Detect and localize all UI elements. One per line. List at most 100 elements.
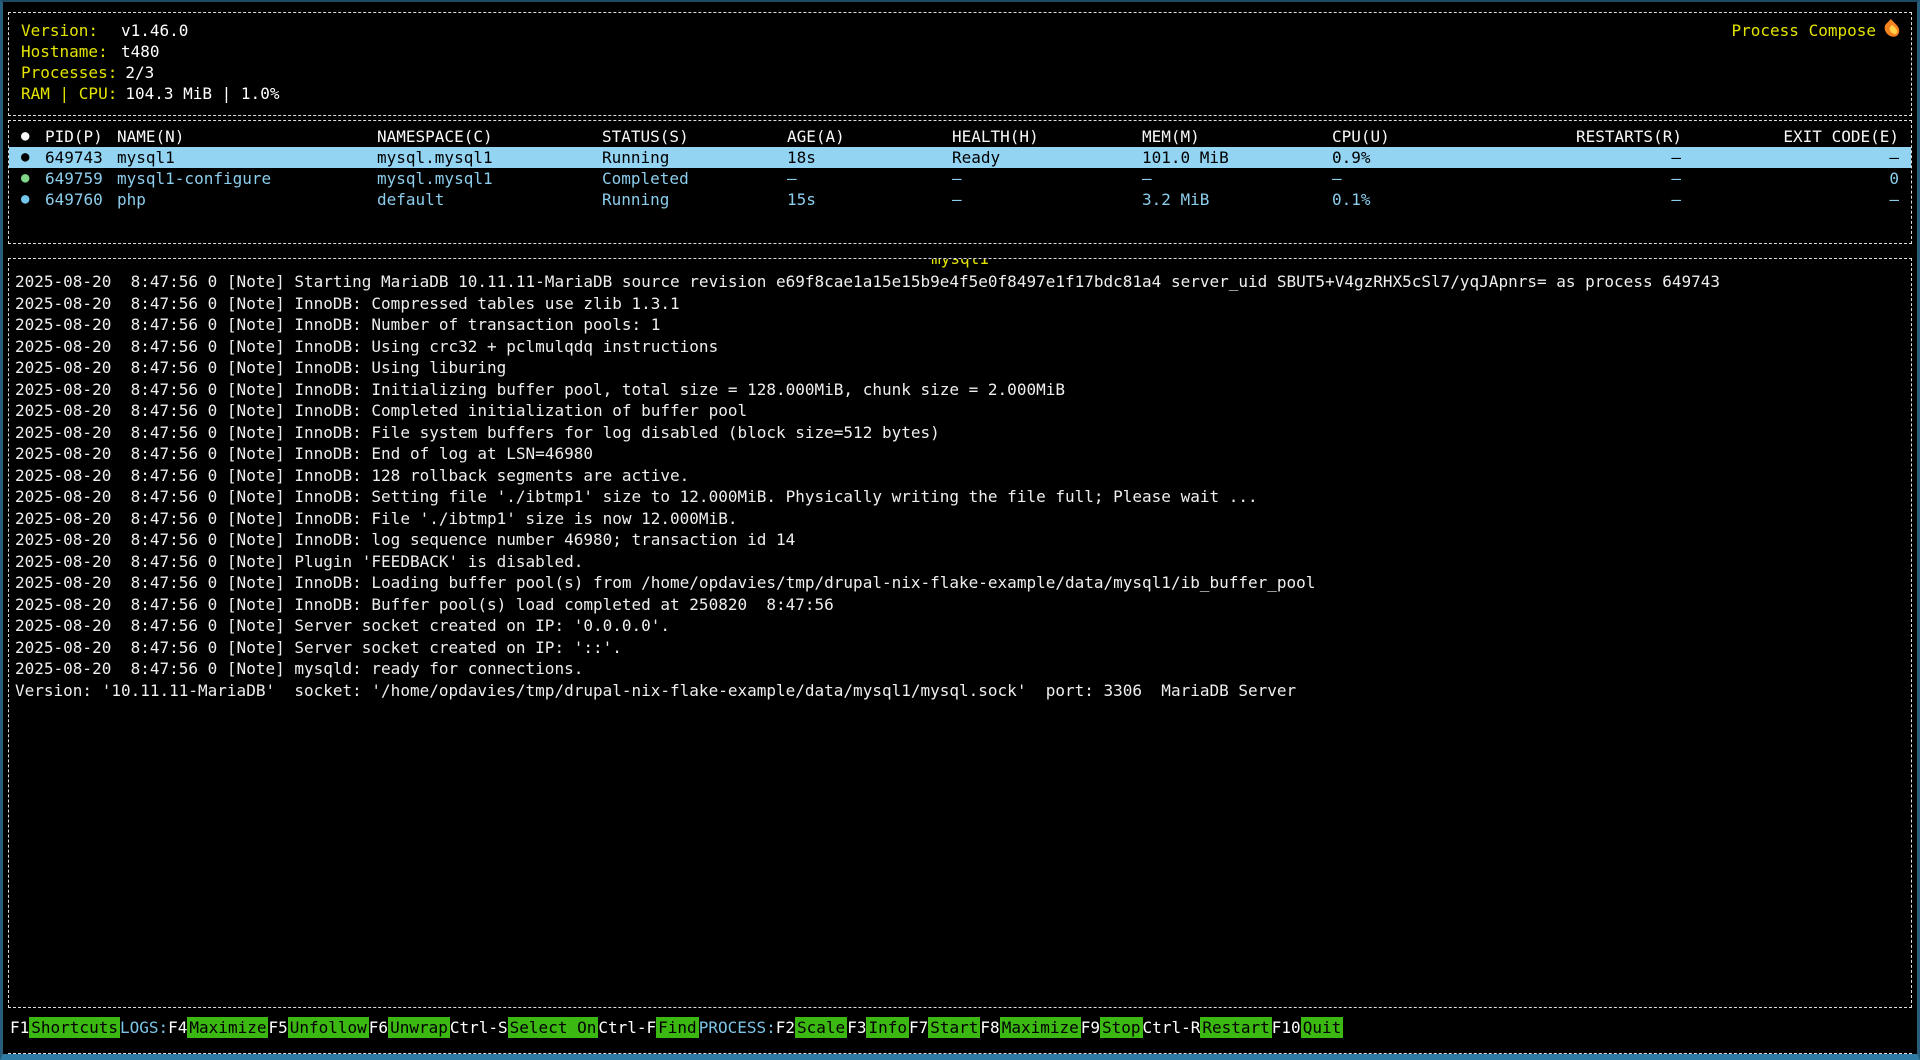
shortcut-key: F2	[776, 1018, 795, 1037]
log-line: 2025-08-20 8:47:56 0 [Note] InnoDB: File…	[15, 508, 1905, 530]
shortcut-key: F3	[847, 1018, 866, 1037]
app-title: Process Compose	[1732, 20, 1898, 41]
shortcut-button[interactable]: Scale	[795, 1017, 847, 1038]
header-field-value: t480	[121, 42, 160, 61]
process-section-label: PROCESS:	[699, 1018, 776, 1037]
column-header[interactable]: HEALTH(H)	[952, 126, 1142, 147]
log-line: 2025-08-20 8:47:56 0 [Note] InnoDB: Comp…	[15, 400, 1905, 422]
column-header[interactable]: PID(P)	[45, 126, 117, 147]
process-compose-window: Version:v1.46.0Hostname: t480Processes: 2/…	[0, 0, 1920, 1060]
log-line: 2025-08-20 8:47:56 0 [Note] InnoDB: Usin…	[15, 336, 1905, 358]
log-line: 2025-08-20 8:47:56 0 [Note] Server socke…	[15, 615, 1905, 637]
cell-age: –	[787, 168, 952, 189]
log-line: 2025-08-20 8:47:56 0 [Note] InnoDB: Load…	[15, 572, 1905, 594]
cell-health: –	[952, 168, 1142, 189]
log-line: 2025-08-20 8:47:56 0 [Note] InnoDB: Numb…	[15, 314, 1905, 336]
shortcut-button[interactable]: Unwrap	[388, 1017, 450, 1038]
column-header[interactable]: NAMESPACE(C)	[377, 126, 602, 147]
log-panel[interactable]: mysql1 2025-08-20 8:47:56 0 [Note] Start…	[8, 258, 1912, 1008]
header-field: Version:v1.46.0	[21, 20, 1899, 41]
fire-icon	[1882, 19, 1903, 40]
header-field: Processes: 2/3	[21, 62, 1899, 83]
log-panel-title: mysql1	[930, 258, 990, 269]
log-line: 2025-08-20 8:47:56 0 [Note] InnoDB: End …	[15, 443, 1905, 465]
header-field: Hostname: t480	[21, 41, 1899, 62]
log-line: 2025-08-20 8:47:56 0 [Note] InnoDB: File…	[15, 422, 1905, 444]
cell-status: Running	[602, 189, 787, 210]
cell-age: 15s	[787, 189, 952, 210]
log-line: 2025-08-20 8:47:56 0 [Note] InnoDB: Usin…	[15, 357, 1905, 379]
status-bullet-icon: ●	[21, 168, 45, 189]
header-field-label: RAM | CPU:	[21, 83, 117, 104]
header-field-value: 104.3 MiB | 1.0%	[125, 84, 279, 103]
process-row[interactable]: ●649759mysql1-configuremysql.mysql1Compl…	[9, 168, 1911, 189]
process-row[interactable]: ●649743mysql1mysql.mysql1Running18sReady…	[9, 147, 1911, 168]
cell-age: 18s	[787, 147, 952, 168]
table-body: ●649743mysql1mysql.mysql1Running18sReady…	[9, 147, 1911, 210]
shortcut-button[interactable]: Stop	[1100, 1017, 1143, 1038]
cell-health: –	[952, 189, 1142, 210]
shortcut-key: F6	[369, 1018, 388, 1037]
column-header[interactable]: MEM(M)	[1142, 126, 1332, 147]
header-field-value: v1.46.0	[121, 21, 188, 40]
cell-restarts: –	[1576, 147, 1681, 168]
header-field-label: Hostname:	[21, 41, 113, 62]
shortcut-button[interactable]: Shortcuts	[29, 1017, 120, 1038]
cell-exit_code: –	[1681, 189, 1899, 210]
app-title-text: Process Compose	[1732, 21, 1877, 40]
shortcut-key: F1	[10, 1018, 29, 1037]
cell-status: Running	[602, 147, 787, 168]
shortcut-button[interactable]: Info	[866, 1017, 909, 1038]
log-line: 2025-08-20 8:47:56 0 [Note] InnoDB: Init…	[15, 379, 1905, 401]
log-line: 2025-08-20 8:47:56 0 [Note] InnoDB: 128 …	[15, 465, 1905, 487]
cell-restarts: –	[1576, 168, 1681, 189]
shortcut-button[interactable]: Quit	[1301, 1017, 1344, 1038]
table-header-row: ●PID(P)NAME(N)NAMESPACE(C)STATUS(S)AGE(A…	[9, 126, 1911, 147]
shortcut-key: F8	[980, 1018, 999, 1037]
header-field: RAM | CPU: 104.3 MiB | 1.0%	[21, 83, 1899, 104]
shortcut-key: F4	[168, 1018, 187, 1037]
shortcut-button[interactable]: Restart	[1200, 1017, 1271, 1038]
shortcut-button[interactable]: Unfollow	[288, 1017, 369, 1038]
shortcut-key: F7	[909, 1018, 928, 1037]
column-header[interactable]: CPU(U)	[1332, 126, 1576, 147]
cell-mem: –	[1142, 168, 1332, 189]
cell-exit_code: 0	[1681, 168, 1899, 189]
shortcut-key: Ctrl-R	[1143, 1018, 1201, 1037]
shortcut-button[interactable]: Select On	[508, 1017, 599, 1038]
cell-cpu: 0.9%	[1332, 147, 1576, 168]
shortcut-key: F10	[1272, 1018, 1301, 1037]
shortcut-button[interactable]: Maximize	[1000, 1017, 1081, 1038]
cell-namespace: mysql.mysql1	[377, 147, 602, 168]
column-header[interactable]: RESTARTS(R)	[1576, 126, 1681, 147]
cell-cpu: –	[1332, 168, 1576, 189]
process-row[interactable]: ●649760phpdefaultRunning15s–3.2 MiB0.1%–…	[9, 189, 1911, 210]
cell-exit_code: –	[1681, 147, 1899, 168]
log-line: 2025-08-20 8:47:56 0 [Note] mysqld: read…	[15, 658, 1905, 680]
cell-mem: 101.0 MiB	[1142, 147, 1332, 168]
header-fields: Version:v1.46.0Hostname: t480Processes: 2/…	[21, 20, 1899, 104]
cell-restarts: –	[1576, 189, 1681, 210]
shortcut-button[interactable]: Start	[928, 1017, 980, 1038]
cell-namespace: default	[377, 189, 602, 210]
log-line: 2025-08-20 8:47:56 0 [Note] Starting Mar…	[15, 271, 1905, 293]
process-table-panel: ●PID(P)NAME(N)NAMESPACE(C)STATUS(S)AGE(A…	[8, 120, 1912, 244]
shortcut-key: F9	[1081, 1018, 1100, 1037]
shortcut-button[interactable]: Maximize	[187, 1017, 268, 1038]
cell-namespace: mysql.mysql1	[377, 168, 602, 189]
logs-section-label: LOGS:	[120, 1018, 168, 1037]
column-header[interactable]: NAME(N)	[117, 126, 377, 147]
header-field-label: Processes:	[21, 62, 117, 83]
header-field-value: 2/3	[125, 63, 154, 82]
log-line: 2025-08-20 8:47:56 0 [Note] InnoDB: log …	[15, 529, 1905, 551]
shortcut-button[interactable]: Find	[656, 1017, 699, 1038]
log-line: 2025-08-20 8:47:56 0 [Note] InnoDB: Comp…	[15, 293, 1905, 315]
column-header[interactable]: STATUS(S)	[602, 126, 787, 147]
column-header[interactable]: AGE(A)	[787, 126, 952, 147]
column-header[interactable]: EXIT CODE(E)	[1681, 126, 1899, 147]
cell-status: Completed	[602, 168, 787, 189]
status-bullet-icon: ●	[21, 147, 45, 168]
cell-health: Ready	[952, 147, 1142, 168]
cell-cpu: 0.1%	[1332, 189, 1576, 210]
status-bullet-icon: ●	[21, 189, 45, 210]
